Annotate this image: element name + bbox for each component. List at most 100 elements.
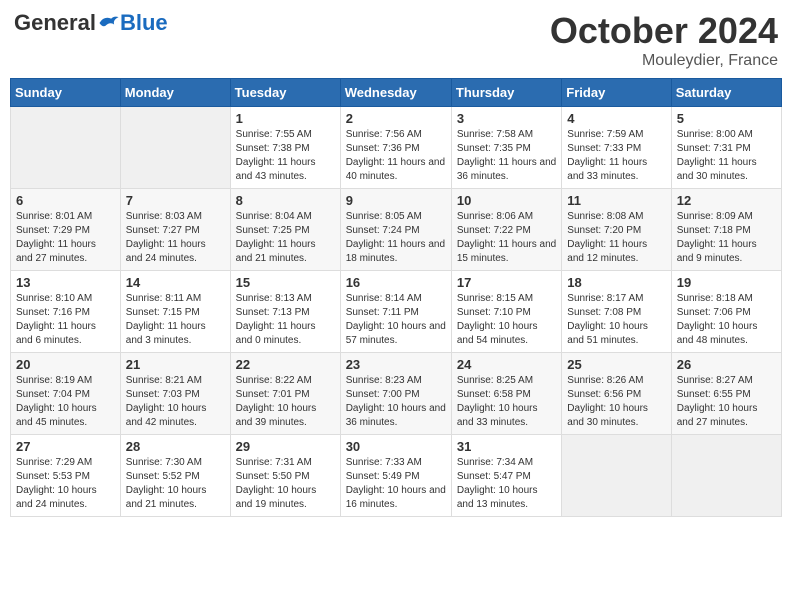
calendar-cell: 23 Sunrise: 8:23 AMSunset: 7:00 PMDayligh… — [340, 353, 451, 435]
day-number: 8 — [236, 193, 335, 208]
calendar-cell: 10Sunrise: 8:06 AMSunset: 7:22 PMDayligh… — [451, 189, 561, 271]
logo-bird-icon — [98, 14, 120, 32]
day-number: 4 — [567, 111, 665, 126]
calendar-cell: 11 Sunrise: 8:08 AMSunset: 7:20 PMDayligh… — [562, 189, 671, 271]
day-info: Sunrise: 7:58 AMSunset: 7:35 PMDaylight:… — [457, 128, 556, 184]
day-number: 16 — [346, 275, 446, 290]
day-info: Sunrise: 8:11 AMSunset: 7:15 PMDaylight:… — [126, 292, 225, 348]
day-info: Sunrise: 8:26 AMSunset: 6:56 PMDaylight:… — [567, 374, 665, 430]
day-number: 15 — [236, 275, 335, 290]
day-number: 2 — [346, 111, 446, 126]
day-info: Sunrise: 8:17 AMSunset: 7:08 PMDaylight:… — [567, 292, 665, 348]
day-info: Sunrise: 7:55 AMSunset: 7:38 PMDaylight:… — [236, 128, 335, 184]
calendar-table: SundayMondayTuesdayWednesdayThursdayFrid… — [10, 78, 782, 517]
calendar-cell: 1 Sunrise: 7:55 AMSunset: 7:38 PMDaylight… — [230, 107, 340, 189]
day-number: 11 — [567, 193, 665, 208]
day-info: Sunrise: 8:19 AMSunset: 7:04 PMDaylight:… — [16, 374, 115, 430]
calendar-cell: 17 Sunrise: 8:15 AMSunset: 7:10 PMDayligh… — [451, 271, 561, 353]
logo-blue: Blue — [120, 10, 168, 36]
day-info: Sunrise: 8:22 AMSunset: 7:01 PMDaylight:… — [236, 374, 335, 430]
day-number: 7 — [126, 193, 225, 208]
weekday-header-monday: Monday — [120, 79, 230, 107]
day-number: 12 — [677, 193, 776, 208]
weekday-header-tuesday: Tuesday — [230, 79, 340, 107]
day-number: 14 — [126, 275, 225, 290]
day-number: 20 — [16, 357, 115, 372]
weekday-header-row: SundayMondayTuesdayWednesdayThursdayFrid… — [11, 79, 782, 107]
calendar-cell: 12 Sunrise: 8:09 AMSunset: 7:18 PMDayligh… — [671, 189, 781, 271]
day-number: 5 — [677, 111, 776, 126]
calendar-cell: 19 Sunrise: 8:18 AMSunset: 7:06 PMDayligh… — [671, 271, 781, 353]
day-number: 21 — [126, 357, 225, 372]
day-info: Sunrise: 7:30 AMSunset: 5:52 PMDaylight:… — [126, 456, 225, 512]
day-info: Sunrise: 8:01 AMSunset: 7:29 PMDaylight:… — [16, 210, 115, 266]
day-info: Sunrise: 7:56 AMSunset: 7:36 PMDaylight:… — [346, 128, 446, 184]
calendar-cell: 28 Sunrise: 7:30 AMSunset: 5:52 PMDayligh… — [120, 435, 230, 517]
day-info: Sunrise: 8:00 AMSunset: 7:31 PMDaylight:… — [677, 128, 776, 184]
day-number: 13 — [16, 275, 115, 290]
day-number: 17 — [457, 275, 556, 290]
logo-general: General — [14, 10, 96, 36]
logo: General Blue — [14, 10, 168, 36]
day-info: Sunrise: 8:21 AMSunset: 7:03 PMDaylight:… — [126, 374, 225, 430]
calendar-cell: 7 Sunrise: 8:03 AMSunset: 7:27 PMDaylight… — [120, 189, 230, 271]
day-number: 18 — [567, 275, 665, 290]
day-info: Sunrise: 7:33 AMSunset: 5:49 PMDaylight:… — [346, 456, 446, 512]
calendar-cell — [671, 435, 781, 517]
calendar-cell: 22 Sunrise: 8:22 AMSunset: 7:01 PMDayligh… — [230, 353, 340, 435]
calendar-cell: 26Sunrise: 8:27 AMSunset: 6:55 PMDayligh… — [671, 353, 781, 435]
calendar-cell — [120, 107, 230, 189]
day-info: Sunrise: 8:05 AMSunset: 7:24 PMDaylight:… — [346, 210, 446, 266]
day-number: 1 — [236, 111, 335, 126]
calendar-cell: 15 Sunrise: 8:13 AMSunset: 7:13 PMDayligh… — [230, 271, 340, 353]
day-info: Sunrise: 8:23 AMSunset: 7:00 PMDaylight:… — [346, 374, 446, 430]
calendar-cell: 21 Sunrise: 8:21 AMSunset: 7:03 PMDayligh… — [120, 353, 230, 435]
day-info: Sunrise: 7:29 AMSunset: 5:53 PMDaylight:… — [16, 456, 115, 512]
calendar-week-3: 13 Sunrise: 8:10 AMSunset: 7:16 PMDayligh… — [11, 271, 782, 353]
day-number: 27 — [16, 439, 115, 454]
day-number: 26 — [677, 357, 776, 372]
day-info: Sunrise: 8:13 AMSunset: 7:13 PMDaylight:… — [236, 292, 335, 348]
weekday-header-sunday: Sunday — [11, 79, 121, 107]
day-number: 23 — [346, 357, 446, 372]
calendar-week-4: 20 Sunrise: 8:19 AMSunset: 7:04 PMDayligh… — [11, 353, 782, 435]
day-info: Sunrise: 8:06 AMSunset: 7:22 PMDaylight:… — [457, 210, 556, 266]
day-number: 3 — [457, 111, 556, 126]
calendar-week-5: 27 Sunrise: 7:29 AMSunset: 5:53 PMDayligh… — [11, 435, 782, 517]
day-number: 29 — [236, 439, 335, 454]
day-info: Sunrise: 8:04 AMSunset: 7:25 PMDaylight:… — [236, 210, 335, 266]
calendar-cell: 3 Sunrise: 7:58 AMSunset: 7:35 PMDaylight… — [451, 107, 561, 189]
day-info: Sunrise: 8:03 AMSunset: 7:27 PMDaylight:… — [126, 210, 225, 266]
month-title: October 2024 Mouleydier, France — [550, 10, 778, 70]
weekday-header-wednesday: Wednesday — [340, 79, 451, 107]
weekday-header-friday: Friday — [562, 79, 671, 107]
calendar-week-2: 6Sunrise: 8:01 AMSunset: 7:29 PMDaylight… — [11, 189, 782, 271]
location: Mouleydier, France — [550, 52, 778, 70]
day-number: 19 — [677, 275, 776, 290]
day-info: Sunrise: 7:34 AMSunset: 5:47 PMDaylight:… — [457, 456, 556, 512]
day-info: Sunrise: 8:15 AMSunset: 7:10 PMDaylight:… — [457, 292, 556, 348]
calendar-cell: 8 Sunrise: 8:04 AMSunset: 7:25 PMDaylight… — [230, 189, 340, 271]
calendar-cell: 20 Sunrise: 8:19 AMSunset: 7:04 PMDayligh… — [11, 353, 121, 435]
calendar-cell — [562, 435, 671, 517]
calendar-cell: 25 Sunrise: 8:26 AMSunset: 6:56 PMDayligh… — [562, 353, 671, 435]
day-info: Sunrise: 8:09 AMSunset: 7:18 PMDaylight:… — [677, 210, 776, 266]
day-number: 22 — [236, 357, 335, 372]
day-info: Sunrise: 7:31 AMSunset: 5:50 PMDaylight:… — [236, 456, 335, 512]
day-info: Sunrise: 8:10 AMSunset: 7:16 PMDaylight:… — [16, 292, 115, 348]
weekday-header-thursday: Thursday — [451, 79, 561, 107]
day-number: 30 — [346, 439, 446, 454]
month-year: October 2024 — [550, 10, 778, 52]
calendar-cell: 16Sunrise: 8:14 AMSunset: 7:11 PMDayligh… — [340, 271, 451, 353]
day-number: 31 — [457, 439, 556, 454]
day-info: Sunrise: 7:59 AMSunset: 7:33 PMDaylight:… — [567, 128, 665, 184]
calendar-cell: 31 Sunrise: 7:34 AMSunset: 5:47 PMDayligh… — [451, 435, 561, 517]
day-number: 25 — [567, 357, 665, 372]
calendar-cell: 9 Sunrise: 8:05 AMSunset: 7:24 PMDaylight… — [340, 189, 451, 271]
day-number: 28 — [126, 439, 225, 454]
day-info: Sunrise: 8:08 AMSunset: 7:20 PMDaylight:… — [567, 210, 665, 266]
day-info: Sunrise: 8:18 AMSunset: 7:06 PMDaylight:… — [677, 292, 776, 348]
calendar-cell — [11, 107, 121, 189]
calendar-cell: 24Sunrise: 8:25 AMSunset: 6:58 PMDayligh… — [451, 353, 561, 435]
day-number: 9 — [346, 193, 446, 208]
